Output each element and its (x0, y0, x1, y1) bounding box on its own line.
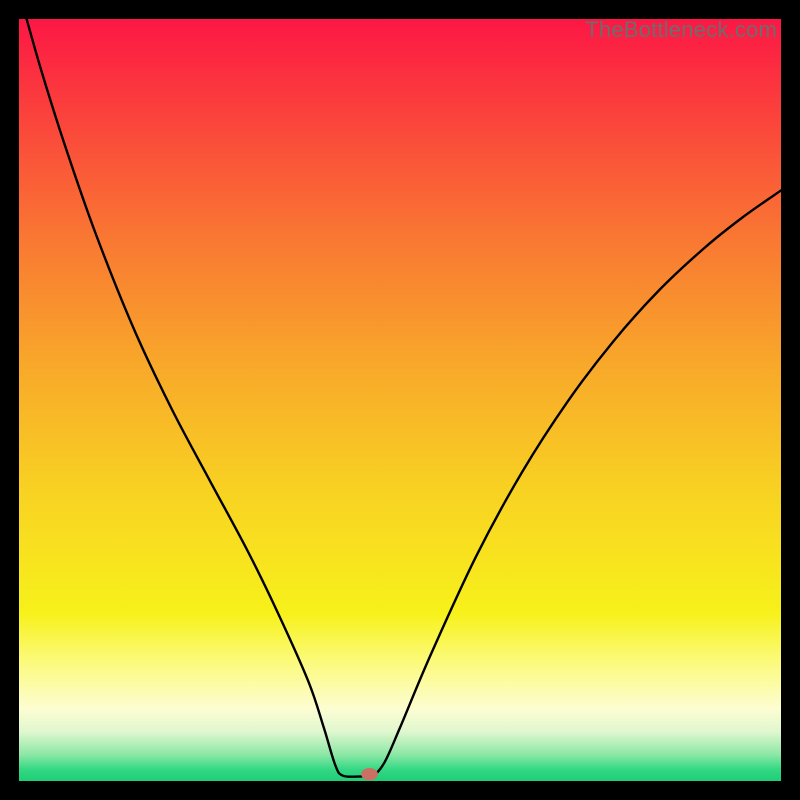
chart-frame: TheBottleneck.com (19, 19, 781, 781)
chart-svg (19, 19, 781, 781)
optimal-point-marker (361, 768, 378, 780)
watermark-text: TheBottleneck.com (585, 17, 777, 43)
gradient-background (19, 19, 781, 781)
